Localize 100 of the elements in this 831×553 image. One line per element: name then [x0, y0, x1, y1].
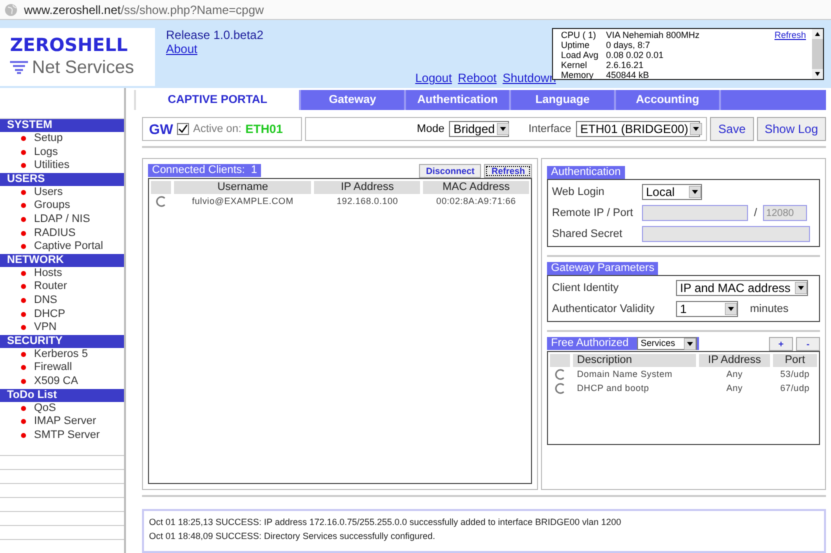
identity-select[interactable]: IP and MAC address: [676, 280, 808, 296]
info-value: 0 days, 8:7: [606, 40, 650, 50]
lines-icon: [10, 60, 28, 74]
menu-item[interactable]: Logs: [0, 146, 124, 160]
field-label: Web Login: [552, 186, 606, 198]
validity-select[interactable]: 1: [676, 301, 738, 317]
menu-item[interactable]: Hosts: [0, 266, 124, 280]
column-header[interactable]: Username: [174, 181, 312, 194]
menu-item[interactable]: RADIUS: [0, 226, 124, 240]
table-cell-text: Domain Name System: [576, 368, 674, 381]
caret-icon: [496, 123, 509, 135]
release-text: Release 1.0.beta2: [166, 28, 264, 42]
scroll-down-icon[interactable]: [812, 69, 823, 79]
group-title: Gateway Parameters: [547, 262, 658, 275]
table-cell-text: DHCP and bootp: [576, 382, 650, 395]
scrollbar[interactable]: [812, 29, 823, 79]
tab[interactable]: Language: [511, 90, 616, 110]
table-cell-text: 67/udp: [779, 382, 811, 395]
group-title: Authentication: [547, 166, 625, 179]
menu-item[interactable]: DHCP: [0, 308, 124, 322]
checkbox[interactable]: [177, 123, 190, 135]
menu-item[interactable]: SMTP Server: [0, 428, 124, 442]
separator-text: /: [754, 207, 758, 219]
panel-button[interactable]: Disconnect: [418, 164, 482, 178]
section-header: SYSTEM: [0, 119, 124, 132]
logo-subtitle: Net Services: [32, 56, 134, 78]
column-header[interactable]: MAC Address: [423, 181, 529, 194]
unit-label: minutes: [750, 303, 789, 315]
about-link[interactable]: About: [166, 42, 386, 56]
caret-icon: [795, 282, 807, 294]
caret-icon: [684, 338, 696, 350]
refresh-link[interactable]: Refresh: [774, 29, 812, 79]
column-header[interactable]: IP Address: [699, 354, 770, 367]
tab[interactable]: Authentication: [406, 90, 511, 110]
header-cell: [550, 354, 570, 367]
log-line: Oct 01 18:48,09 SUCCESS: Directory Services successfully configured.: [149, 530, 436, 543]
field-label: Client Identity: [552, 282, 620, 294]
table-cell-text: fulvio@EXAMPLE.COM: [190, 195, 295, 208]
filter-select[interactable]: Services: [636, 337, 697, 350]
info-label: Memory: [561, 70, 595, 80]
active-label: Active on:: [193, 123, 242, 135]
info-label: Kernel: [561, 60, 588, 70]
mode-select[interactable]: Bridged: [449, 121, 510, 137]
menu-item[interactable]: Router: [0, 280, 124, 294]
menu-item[interactable]: Utilities: [0, 159, 124, 173]
tab[interactable]: Accounting: [616, 90, 721, 110]
section-header: SECURITY: [0, 334, 124, 348]
scroll-up-icon[interactable]: [812, 29, 823, 39]
column-header[interactable]: Port: [772, 354, 817, 367]
header-link[interactable]: Logout: [415, 71, 452, 85]
tab[interactable]: Gateway: [301, 90, 406, 110]
menu-item[interactable]: Setup: [0, 132, 124, 146]
logo-title: ZEROSHELL: [10, 36, 129, 56]
info-label: Uptime: [561, 40, 591, 50]
menu-item[interactable]: Captive Portal: [0, 240, 124, 254]
menu-item[interactable]: Firewall: [0, 361, 124, 375]
section-header: USERS: [0, 172, 124, 186]
interface-label: Interface: [528, 123, 572, 135]
menu-item[interactable]: IMAP Server: [0, 415, 124, 429]
mode-label: Mode: [416, 123, 444, 135]
section-header: NETWORK: [0, 254, 124, 267]
menu-item[interactable]: LDAP / NIS: [0, 212, 124, 227]
menu-item[interactable]: VPN: [0, 321, 124, 335]
info-label: CPU ( 1): [561, 30, 598, 40]
radio-button[interactable]: [554, 368, 566, 380]
tab[interactable]: CAPTIVE PORTAL: [136, 90, 301, 110]
panel-title: Connected Clients: 1: [148, 164, 262, 177]
interface-select[interactable]: ETH01 (BRIDGE00): [576, 121, 700, 137]
table-cell-text: Any: [725, 382, 744, 395]
radio-button[interactable]: [554, 382, 566, 394]
caret-icon: [689, 186, 701, 198]
info-label: Load Avg: [561, 50, 600, 60]
radio-button[interactable]: [156, 196, 166, 206]
group-title: Free Authorized: [551, 337, 629, 350]
menu-item[interactable]: Kerberos 5: [0, 348, 124, 362]
table-cell-text: 192.168.0.100: [336, 195, 400, 208]
info-value: VIA Nehemiah 800MHz: [606, 30, 700, 40]
info-value: 2.6.16.21: [606, 60, 644, 70]
table-cell-text: 53/udp: [779, 368, 811, 381]
field-label: Shared Secret: [552, 228, 624, 240]
column-header[interactable]: Description: [573, 354, 696, 367]
menu-item[interactable]: DNS: [0, 294, 124, 308]
web-login-select[interactable]: Local: [642, 184, 702, 200]
menu-item[interactable]: Users: [0, 186, 124, 200]
panel-button[interactable]: +: [769, 337, 793, 351]
toolbar-button[interactable]: Show Log: [756, 117, 826, 141]
menu-item[interactable]: X509 CA: [0, 374, 124, 388]
globe-icon: [4, 2, 18, 16]
info-value: 450844 kB: [606, 70, 650, 80]
menu-item[interactable]: QoS: [0, 402, 124, 416]
toolbar-button[interactable]: Save: [710, 117, 754, 141]
header-cell: [151, 181, 171, 194]
table-cell-text: 00:02:8A:A9:71:66: [435, 195, 517, 208]
section-header: ToDo List: [0, 388, 124, 402]
menu-item[interactable]: Groups: [0, 199, 124, 213]
panel-button[interactable]: -: [796, 337, 820, 351]
panel-button[interactable]: Refresh: [484, 164, 532, 178]
column-header[interactable]: IP Address: [314, 181, 420, 194]
header-link[interactable]: Reboot: [458, 71, 497, 85]
info-value: 0.08 0.02 0.01: [606, 50, 664, 60]
